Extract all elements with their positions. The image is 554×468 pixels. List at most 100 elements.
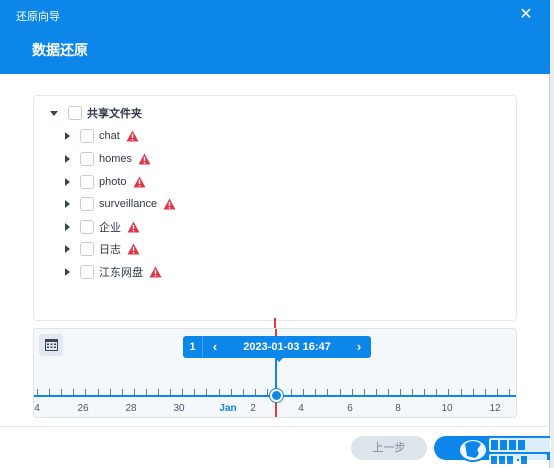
timeline-tick	[182, 389, 184, 395]
month-label: Jan	[219, 403, 237, 414]
watermark-logo	[458, 438, 551, 466]
chevron-right-icon[interactable]	[65, 245, 70, 253]
chevron-right-icon[interactable]	[65, 200, 70, 208]
tree-item-label: photo	[99, 176, 127, 188]
timeline-tick	[448, 389, 450, 395]
timeline-tick	[327, 389, 329, 395]
tree-item-surveillance[interactable]: surveillance	[65, 194, 176, 214]
timeline-tick	[436, 389, 438, 395]
chevron-right-icon[interactable]	[65, 155, 70, 163]
tree-item-label: 企业	[99, 222, 121, 234]
timeline-tick	[158, 389, 159, 395]
navigator-pointer	[275, 358, 283, 362]
timeline-tick	[412, 389, 414, 395]
tick-label: 4	[34, 403, 40, 414]
timeline-tick	[339, 389, 341, 395]
timeline-tick	[49, 389, 51, 395]
item-checkbox[interactable]	[80, 129, 94, 143]
warning-icon	[133, 176, 146, 188]
item-checkbox[interactable]	[80, 265, 94, 279]
tick-label: 10	[441, 403, 453, 414]
chevron-right-icon[interactable]	[65, 178, 70, 186]
timeline-tick	[218, 389, 220, 395]
tree-item-label: chat	[99, 130, 120, 142]
item-checkbox[interactable]	[80, 152, 94, 166]
timeline-handle[interactable]	[270, 389, 283, 402]
tree-root-label: 共享文件夹	[87, 108, 142, 120]
tick-label: 2	[250, 403, 256, 414]
timeline-tick	[508, 389, 510, 395]
timeline-tick	[109, 389, 111, 395]
timeline-tick	[363, 389, 365, 395]
timeline-cursor-connector	[275, 359, 277, 389]
tree-item-enterprise[interactable]: 企业	[65, 217, 140, 237]
footer-divider	[0, 426, 550, 427]
tick-label: 30	[173, 403, 185, 414]
window-title: 还原向导	[16, 11, 60, 23]
timeline-tick	[266, 389, 268, 395]
timeline-tick	[206, 389, 208, 395]
version-count: 1	[183, 336, 203, 358]
timeline-tick	[315, 389, 317, 395]
calendar-button[interactable]	[39, 334, 63, 356]
tree-item-chat[interactable]: chat	[65, 126, 139, 146]
item-checkbox[interactable]	[80, 220, 94, 234]
timeline-tick	[37, 389, 38, 395]
timeline-tick	[472, 389, 474, 395]
tick-label: 28	[125, 403, 137, 414]
timeline-tick	[460, 389, 462, 395]
timeline-tick	[194, 389, 196, 395]
root-checkbox[interactable]	[68, 106, 82, 120]
chevron-right-icon[interactable]	[65, 268, 70, 276]
item-checkbox[interactable]	[80, 242, 94, 256]
calendar-icon	[44, 339, 58, 351]
timeline-tick	[291, 389, 293, 395]
restore-wizard-window: 还原向导 ✕ 数据还原 共享文件夹 chat homes photo surve…	[0, 0, 550, 468]
previous-step-button[interactable]: 上一步	[351, 436, 427, 460]
selected-datetime: 2023-01-03 16:47	[243, 341, 331, 353]
timeline-tick	[400, 389, 401, 395]
tree-item-label: 江东网盘	[99, 267, 143, 279]
tree-item-label: 日志	[99, 244, 121, 256]
close-icon[interactable]: ✕	[516, 4, 536, 24]
timeline-tick	[375, 389, 377, 395]
tick-label: 4	[298, 403, 304, 414]
tree-item-homes[interactable]: homes	[65, 149, 151, 169]
tree-item-label: homes	[99, 153, 133, 165]
timeline-tick	[484, 389, 486, 395]
item-checkbox[interactable]	[80, 197, 94, 211]
timeline-tick	[424, 389, 426, 395]
chevron-right-icon[interactable]	[65, 132, 70, 140]
warning-icon	[127, 221, 140, 233]
timeline-tick	[254, 389, 256, 395]
item-checkbox[interactable]	[80, 175, 94, 189]
tree-item-label: surveillance	[99, 198, 158, 210]
warning-icon	[127, 243, 140, 255]
tick-label: 26	[77, 403, 89, 414]
timeline-tick	[230, 389, 232, 395]
folder-tree-panel: 共享文件夹 chat homes photo surveillance 企业 日…	[33, 95, 517, 321]
timeline-tick	[145, 389, 147, 395]
timeline-tick	[85, 389, 87, 395]
chevron-right-icon[interactable]	[65, 223, 70, 231]
warning-icon	[149, 266, 162, 278]
timeline-panel[interactable]: 1 ‹ 2023-01-03 16:47 › 4 26 28 30 Jan 2 …	[33, 328, 517, 418]
timeline-tick	[97, 389, 99, 395]
tree-item-jiangdong-drive[interactable]: 江东网盘	[65, 262, 162, 282]
tick-label: 8	[395, 403, 401, 414]
warning-icon	[138, 153, 151, 165]
tree-root[interactable]: 共享文件夹	[50, 103, 142, 123]
tick-label: 6	[347, 403, 353, 414]
tree-item-photo[interactable]: photo	[65, 172, 146, 192]
timeline-tick	[73, 389, 75, 395]
timeline-tick	[351, 389, 353, 395]
timeline-tick	[121, 389, 123, 395]
timeline-tick	[170, 389, 172, 395]
prev-version-button[interactable]: ‹	[207, 336, 223, 358]
chevron-down-icon[interactable]	[50, 110, 58, 116]
tree-item-logs[interactable]: 日志	[65, 239, 140, 259]
next-version-button[interactable]: ›	[351, 336, 367, 358]
version-navigator: 1 ‹ 2023-01-03 16:47 ›	[183, 336, 371, 362]
timeline-tick	[387, 389, 389, 395]
timeline-tick	[61, 389, 63, 395]
